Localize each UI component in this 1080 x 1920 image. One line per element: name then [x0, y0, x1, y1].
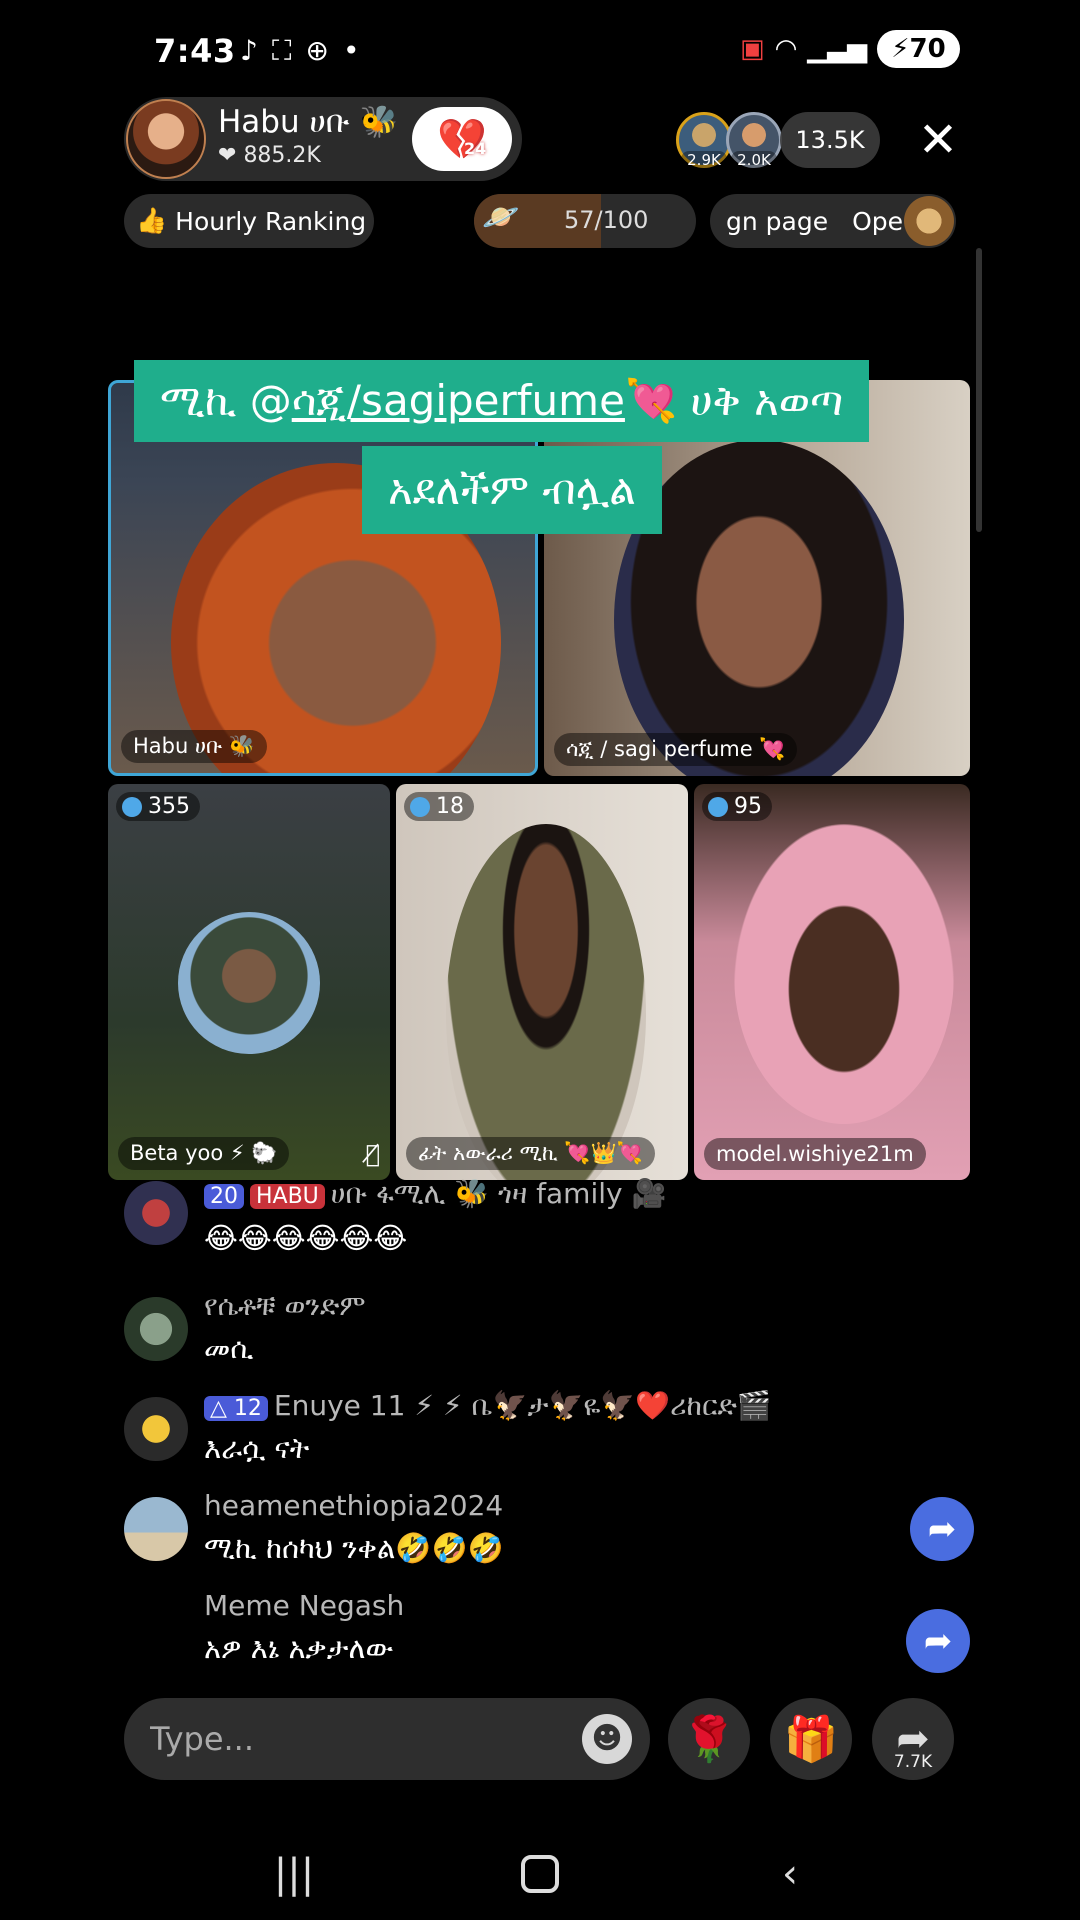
- caption-text: ሚኪ @: [160, 376, 292, 425]
- level-number: 12: [233, 1396, 262, 1421]
- guest-score: 95: [734, 794, 762, 819]
- guest-video: [446, 824, 646, 1180]
- guest-score: 355: [148, 794, 190, 819]
- goal-text: 57/100: [564, 206, 649, 234]
- tile-label: Beta yoo ⚡ 🐑: [118, 1137, 290, 1170]
- gift-icon: 🎁: [783, 1714, 839, 1765]
- banner-text: gn page: [726, 206, 829, 236]
- chat-text: 😂😂😂😂😂😂: [204, 1221, 408, 1255]
- top-viewer-avatar[interactable]: 2.9K: [676, 112, 732, 169]
- chat-username: 20 HABU ሀቡ ፋሚሊ 🐝 ጎዛ family 🎥: [204, 1177, 666, 1211]
- chat-username: የሴቶቹ ወንድም: [204, 1289, 366, 1322]
- gem-icon: [410, 796, 430, 817]
- user-avatar[interactable]: [124, 1497, 188, 1561]
- caption-mention: ሳጂ/sagiperfume: [291, 376, 625, 425]
- guest-avatar: [178, 912, 320, 1054]
- tiktok-icon: ♪: [240, 34, 258, 67]
- home-icon[interactable]: [500, 1844, 580, 1904]
- share-message-button[interactable]: ➦: [906, 1609, 970, 1673]
- video-tile-guest[interactable]: 18 ፊት አውራሪ ሚኪ 💘👑💘: [396, 784, 688, 1180]
- scrollbar[interactable]: [976, 248, 982, 532]
- back-icon[interactable]: ‹: [750, 1844, 830, 1904]
- close-icon[interactable]: ✕: [910, 112, 966, 168]
- chat-username: Meme Negash: [204, 1589, 405, 1622]
- follow-heart-button[interactable]: 💔 24: [412, 107, 512, 171]
- status-time: 7:43: [154, 32, 236, 70]
- tile-label: ሳጂ / sagi perfume 💘: [554, 733, 798, 766]
- status-bar: 7:43 ♪ ⛶ ⊕ • ▣ ◠ ▁▃▅ ⚡ 70: [0, 0, 1080, 100]
- user-avatar[interactable]: [124, 1397, 188, 1461]
- user-avatar[interactable]: [124, 1297, 188, 1361]
- cast-icon: ▣: [740, 34, 765, 64]
- tile-label: Habu ሀቡ 🐝: [121, 730, 267, 763]
- top-viewer-avatar[interactable]: 2.0K: [726, 112, 782, 169]
- planet-icon: 🪐: [482, 200, 520, 235]
- heart-count: 24: [464, 139, 487, 158]
- chat-text: ሚኪ ከሰካህ ንቀል🤣🤣🤣: [204, 1531, 504, 1565]
- caption-text: 💘 ሀቅ አወጣ: [624, 376, 844, 425]
- top-viewer-score: 2.0K: [731, 151, 777, 169]
- dot-icon: •: [342, 34, 360, 67]
- battery-level: 70: [909, 34, 946, 64]
- share-count: 7.7K: [893, 1752, 933, 1772]
- guest-video: [734, 824, 954, 1124]
- mic-off-icon: 🎙̸: [365, 1140, 380, 1168]
- fan-club-badge: HABU: [250, 1184, 325, 1209]
- gift-button[interactable]: 🎁: [770, 1698, 852, 1780]
- goal-progress[interactable]: 🪐 57/100: [474, 194, 696, 248]
- video-tile-guest[interactable]: 355 Beta yoo ⚡ 🐑 🎙̸: [108, 784, 390, 1180]
- share-message-button[interactable]: ➦: [910, 1497, 974, 1561]
- banner-text: Ope: [852, 206, 904, 236]
- scrolling-banner[interactable]: gn page Ope: [710, 194, 956, 248]
- username-text: ሀቡ ፋሚሊ 🐝 ጎዛ family 🎥: [330, 1177, 667, 1210]
- guest-score: 18: [436, 794, 464, 819]
- comment-input[interactable]: [150, 1716, 550, 1762]
- chat-text: እራሷ ናት: [204, 1431, 310, 1465]
- tile-label: ፊት አውራሪ ሚኪ 💘👑💘: [406, 1137, 655, 1170]
- guest-score-badge: 355: [116, 792, 200, 821]
- tile-label: model.wishiye21m: [704, 1138, 926, 1170]
- level-badge: △ 12: [204, 1396, 268, 1421]
- chat-text: አዎ እኔ አቃታለው: [204, 1631, 394, 1665]
- system-nav-bar: ||| ‹: [0, 1826, 1080, 1920]
- add-circle-icon: ⊕: [305, 34, 329, 67]
- rose-gift-button[interactable]: 🌹: [668, 1698, 750, 1780]
- emoji-icon[interactable]: ☻: [582, 1714, 632, 1764]
- host-likes-count: 885.2K: [243, 143, 321, 168]
- host-name: Habu ሀቡ 🐝: [218, 104, 399, 140]
- notification-icons: ♪ ⛶ ⊕ •: [240, 34, 359, 68]
- battery-indicator: ⚡ 70: [877, 30, 960, 68]
- signal-icon: ▁▃▅: [807, 34, 868, 64]
- viewer-count[interactable]: 13.5K: [780, 112, 880, 168]
- host-likes: ❤ 885.2K: [218, 143, 321, 168]
- username-text: Enuye 11 ⚡ ⚡ ቤ🦅ታ🦅ዬ🦅❤️ሪከርድ🎬: [273, 1389, 772, 1422]
- gem-icon: [122, 796, 142, 817]
- chat-username: △ 12 Enuye 11 ⚡ ⚡ ቤ🦅ታ🦅ዬ🦅❤️ሪከርድ🎬: [204, 1389, 772, 1423]
- caption-line-1: ሚኪ @ ሳጂ/sagiperfume 💘 ሀቅ አወጣ: [134, 360, 870, 442]
- guest-score-badge: 18: [404, 792, 474, 821]
- user-avatar[interactable]: [124, 1181, 188, 1245]
- chat-username: heamenethiopia2024: [204, 1489, 504, 1522]
- share-button[interactable]: ➦ 7.7K: [872, 1698, 954, 1780]
- thumbs-up-icon: 👍: [136, 206, 168, 235]
- screenshot-icon: ⛶: [271, 34, 292, 67]
- hourly-ranking-label: Hourly Ranking: [175, 206, 367, 236]
- rose-icon: 🌹: [681, 1714, 737, 1765]
- host-info[interactable]: Habu ሀቡ 🐝 ❤ 885.2K 💔 24: [124, 97, 522, 181]
- host-avatar[interactable]: [126, 99, 206, 179]
- video-tile-guest[interactable]: 95 model.wishiye21m: [694, 784, 970, 1180]
- system-icons: ▣ ◠ ▁▃▅ ⚡ 70: [740, 30, 960, 68]
- comment-box[interactable]: ☻: [124, 1698, 650, 1780]
- gem-icon: [708, 796, 728, 817]
- level-badge: 20: [204, 1184, 244, 1209]
- caption-line-2: አደለችም ብሏል: [362, 446, 662, 534]
- lion-icon: [904, 196, 954, 246]
- guest-score-badge: 95: [702, 792, 772, 821]
- recents-icon[interactable]: |||: [254, 1844, 334, 1904]
- wifi-icon: ◠: [774, 34, 798, 64]
- chat-text: መሲ: [204, 1331, 254, 1365]
- top-viewer-score: 2.9K: [681, 151, 727, 169]
- top-viewers[interactable]: 2.9K 2.0K: [676, 112, 782, 169]
- hourly-ranking-button[interactable]: 👍 Hourly Ranking: [124, 194, 374, 248]
